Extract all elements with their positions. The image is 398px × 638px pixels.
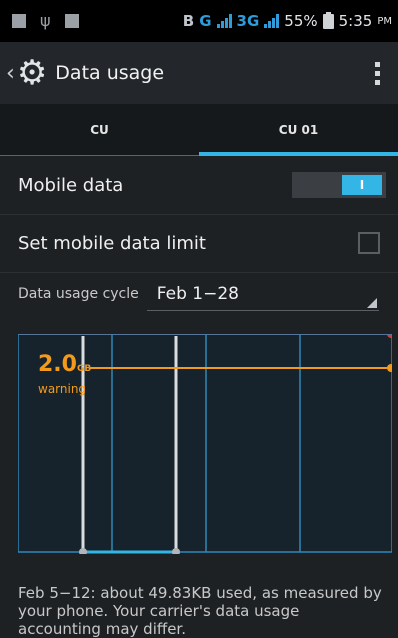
- data-limit-checkbox[interactable]: [358, 232, 380, 254]
- page-title: Data usage: [55, 62, 165, 84]
- back-chevron-icon[interactable]: ‹: [6, 61, 15, 86]
- warning-label: warning: [38, 382, 87, 396]
- data-usage-cycle-row: Data usage cycle Feb 1−28: [0, 272, 398, 316]
- usb-icon: ψ: [40, 11, 51, 30]
- notification-icon: [12, 14, 26, 28]
- usage-summary-line: accounting may differ.: [18, 620, 186, 638]
- range-end-handle[interactable]: [172, 548, 180, 554]
- signal-icon: [216, 14, 232, 28]
- sim-tabs: CU CU 01: [0, 104, 398, 156]
- mobile-data-row[interactable]: Mobile data I: [0, 156, 398, 215]
- warning-handle[interactable]: [387, 364, 392, 372]
- warning-value: 2.0GB: [38, 352, 92, 377]
- usage-chart[interactable]: 2.0GB warning: [18, 334, 392, 554]
- status-bar: ψ B G 3G 55% 5:35 PM: [0, 0, 398, 42]
- network-type-g: G: [199, 12, 212, 30]
- clock: 5:35: [338, 12, 373, 30]
- usage-summary-line: Feb 5−12: about 49.83KB used, as measure…: [18, 584, 382, 602]
- overflow-menu-icon[interactable]: [375, 61, 380, 85]
- toggle-knob: I: [342, 175, 382, 195]
- data-limit-label: Set mobile data limit: [18, 232, 206, 254]
- network-type-3g: 3G: [236, 12, 260, 30]
- data-limit-row[interactable]: Set mobile data limit: [0, 214, 398, 273]
- warning-unit: GB: [76, 364, 92, 374]
- mobile-data-toggle[interactable]: I: [292, 172, 386, 198]
- range-start-handle[interactable]: [79, 548, 87, 554]
- battery-percent: 55%: [284, 12, 318, 30]
- bluetooth-icon: B: [182, 12, 195, 30]
- tab-cu-01[interactable]: CU 01: [199, 104, 398, 156]
- cycle-select[interactable]: Feb 1−28: [146, 278, 379, 311]
- dropdown-caret-icon: [366, 297, 377, 308]
- mobile-data-label: Mobile data: [18, 174, 124, 196]
- settings-gear-icon[interactable]: ⚙: [17, 56, 47, 90]
- cycle-label: Data usage cycle: [18, 286, 139, 302]
- clock-ampm: PM: [377, 15, 392, 27]
- signal-icon-2: [264, 14, 280, 28]
- usage-summary-line: your phone. Your carrier's data usage: [18, 602, 300, 620]
- storage-icon: [64, 14, 79, 28]
- cycle-value: Feb 1−28: [156, 283, 239, 304]
- action-bar: ‹ ⚙ Data usage: [0, 42, 398, 104]
- tab-cu[interactable]: CU: [0, 104, 199, 156]
- battery-icon: [322, 11, 334, 29]
